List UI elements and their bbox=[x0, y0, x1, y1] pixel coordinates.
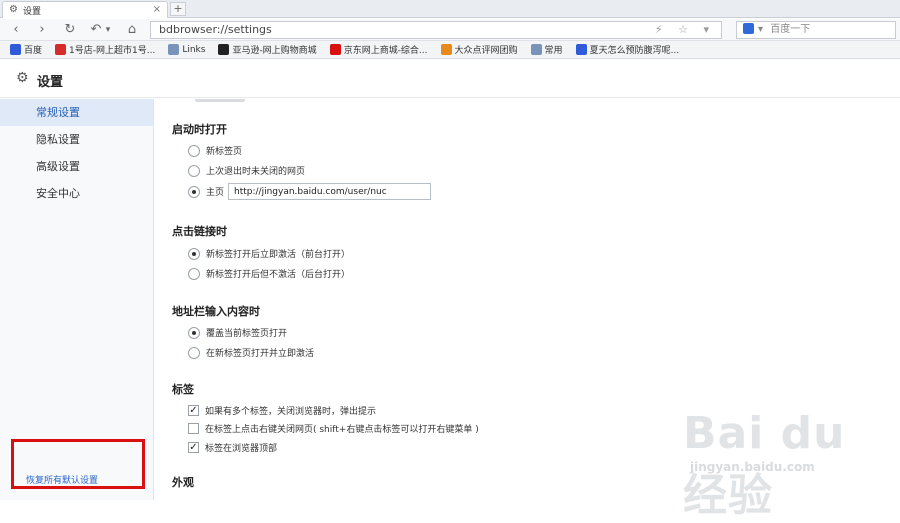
startup-option-restore[interactable]: 上次退出时未关闭的网页 bbox=[188, 164, 305, 177]
section-title-link-click: 点击链接时 bbox=[172, 225, 227, 238]
folder-icon bbox=[530, 44, 542, 55]
address-option-current-tab[interactable]: 覆盖当前标签页打开 bbox=[188, 326, 287, 339]
gear-icon: ⚙ bbox=[16, 70, 29, 86]
settings-sidebar: 常规设置 隐私设置 高级设置 安全中心 恢复所有默认设置 bbox=[0, 99, 154, 500]
option-label: 新标签页 bbox=[206, 147, 243, 157]
tabs-option-right-click-close[interactable]: 在标签上点击右键关闭网页( shift+右键点击标签可以打开右键菜单 ) bbox=[188, 422, 479, 435]
section-title-address-input: 地址栏输入内容时 bbox=[172, 305, 260, 318]
sidebar-item-security[interactable]: 安全中心 bbox=[0, 180, 153, 207]
sidebar-item-privacy[interactable]: 隐私设置 bbox=[0, 126, 153, 153]
reload-icon[interactable]: ↻ bbox=[62, 22, 78, 38]
folder-icon bbox=[168, 44, 180, 55]
search-placeholder: 百度一下 bbox=[770, 24, 811, 35]
address-text: bdbrowser://settings bbox=[159, 23, 272, 36]
address-bar[interactable]: bdbrowser://settings ⚡ ☆ ▾ bbox=[150, 21, 722, 39]
new-tab-button[interactable]: + bbox=[170, 2, 186, 16]
bookmark-item[interactable]: 夏天怎么预防腹泻呢... bbox=[575, 43, 680, 56]
bookmarks-bar: 百度 1号店-网上超市1号... Links 亚马逊-网上购物商城 京东网上商城-综合.… bbox=[0, 41, 900, 59]
bookmark-item[interactable]: 百度 bbox=[10, 43, 42, 56]
page-title: 设置 bbox=[37, 75, 64, 90]
tabs-option-close-prompt[interactable]: ✓ 如果有多个标签，关闭浏览器时，弹出提示 bbox=[188, 404, 376, 417]
scroll-stub bbox=[195, 99, 245, 102]
tab-settings[interactable]: ⚙ 设置 × bbox=[2, 1, 168, 18]
restore-defaults-link[interactable]: 恢复所有默认设置 bbox=[26, 473, 98, 486]
option-label: 在新标签页打开并立即激活 bbox=[206, 349, 315, 359]
search-engine-menu[interactable]: ▾ bbox=[758, 24, 763, 35]
gear-icon: ⚙ bbox=[9, 4, 18, 15]
paw-icon bbox=[575, 44, 587, 55]
shop-icon bbox=[55, 44, 67, 55]
home-icon[interactable]: ⌂ bbox=[124, 22, 140, 38]
bookmark-item[interactable]: 亚马逊-网上购物商城 bbox=[218, 43, 317, 56]
radio-button[interactable] bbox=[188, 185, 200, 198]
address-actions-icon[interactable]: ⚡ ☆ ▾ bbox=[655, 22, 715, 38]
section-title-tabs: 标签 bbox=[172, 383, 194, 396]
watermark-url: jingyan.baidu.com bbox=[690, 460, 815, 474]
option-label: 新标签打开后立即激活（前台打开） bbox=[206, 250, 351, 260]
radio-button[interactable] bbox=[188, 267, 200, 280]
bookmark-item[interactable]: 大众点评网团购 bbox=[440, 43, 518, 56]
option-label: 如果有多个标签，关闭浏览器时，弹出提示 bbox=[205, 407, 377, 417]
option-label: 标签在浏览器顶部 bbox=[205, 444, 278, 454]
link-option-foreground[interactable]: 新标签打开后立即激活（前台打开） bbox=[188, 247, 350, 260]
address-option-new-tab[interactable]: 在新标签页打开并立即激活 bbox=[188, 346, 314, 359]
tab-title: 设置 bbox=[23, 6, 42, 17]
startup-option-homepage[interactable]: 主页 bbox=[188, 183, 432, 200]
amazon-icon bbox=[218, 44, 230, 55]
checkbox[interactable]: ✓ bbox=[188, 405, 199, 416]
tab-bar: ⚙ 设置 × + bbox=[0, 0, 900, 18]
undo-icon[interactable]: ↶ bbox=[88, 22, 104, 38]
radio-button[interactable] bbox=[188, 247, 200, 260]
bookmark-item[interactable]: Links bbox=[168, 44, 205, 55]
checkbox[interactable]: ✓ bbox=[188, 442, 199, 453]
section-title-startup: 启动时打开 bbox=[172, 123, 227, 136]
option-label: 覆盖当前标签页打开 bbox=[206, 329, 288, 339]
back-icon[interactable]: ‹ bbox=[8, 22, 24, 38]
bookmark-item[interactable]: 1号店-网上超市1号... bbox=[55, 43, 155, 56]
section-title-appearance: 外观 bbox=[172, 476, 194, 489]
bookmark-item[interactable]: 常用 bbox=[530, 43, 563, 56]
startup-option-newtab[interactable]: 新标签页 bbox=[188, 144, 242, 157]
bookmark-label: 1号店-网上超市1号... bbox=[69, 46, 156, 56]
checkbox[interactable] bbox=[188, 423, 199, 434]
bookmark-label: 大众点评网团购 bbox=[454, 46, 518, 56]
bookmark-label: 夏天怎么预防腹泻呢... bbox=[589, 46, 680, 56]
chevron-down-icon[interactable]: ▾ bbox=[103, 22, 113, 38]
bookmark-label: 京东网上商城-综合... bbox=[343, 46, 428, 56]
search-input[interactable]: ▾ 百度一下 bbox=[736, 21, 896, 39]
option-label: 主页 bbox=[206, 188, 225, 198]
navigation-bar: ‹ › ↻ ↶ ▾ ⌂ bdbrowser://settings ⚡ ☆ ▾ ▾… bbox=[0, 19, 900, 41]
bookmark-label: 百度 bbox=[24, 46, 43, 56]
sidebar-item-advanced[interactable]: 高级设置 bbox=[0, 153, 153, 180]
bookmark-label: 常用 bbox=[544, 46, 563, 56]
option-label: 新标签打开后但不激活（后台打开） bbox=[206, 270, 351, 280]
radio-button[interactable] bbox=[188, 346, 200, 359]
radio-button[interactable] bbox=[188, 164, 200, 177]
forward-icon[interactable]: › bbox=[34, 22, 50, 38]
homepage-url-input[interactable] bbox=[228, 183, 432, 200]
star-icon bbox=[440, 44, 452, 55]
paw-icon bbox=[10, 44, 21, 55]
settings-header: ⚙ 设置 bbox=[0, 60, 900, 98]
link-option-background[interactable]: 新标签打开后但不激活（后台打开） bbox=[188, 267, 350, 280]
paw-icon[interactable] bbox=[743, 23, 754, 34]
bookmark-item[interactable]: 京东网上商城-综合... bbox=[329, 43, 428, 56]
tabs-option-top[interactable]: ✓ 标签在浏览器顶部 bbox=[188, 441, 277, 454]
sidebar-item-general[interactable]: 常规设置 bbox=[0, 99, 153, 126]
close-icon[interactable]: × bbox=[153, 4, 161, 15]
option-label: 在标签上点击右键关闭网页( shift+右键点击标签可以打开右键菜单 ) bbox=[205, 425, 479, 435]
jd-icon bbox=[329, 44, 341, 55]
radio-button[interactable] bbox=[188, 326, 200, 339]
bookmark-label: Links bbox=[182, 44, 206, 55]
option-label: 上次退出时未关闭的网页 bbox=[206, 167, 306, 177]
radio-button[interactable] bbox=[188, 144, 200, 157]
bookmark-label: 亚马逊-网上购物商城 bbox=[232, 46, 317, 56]
